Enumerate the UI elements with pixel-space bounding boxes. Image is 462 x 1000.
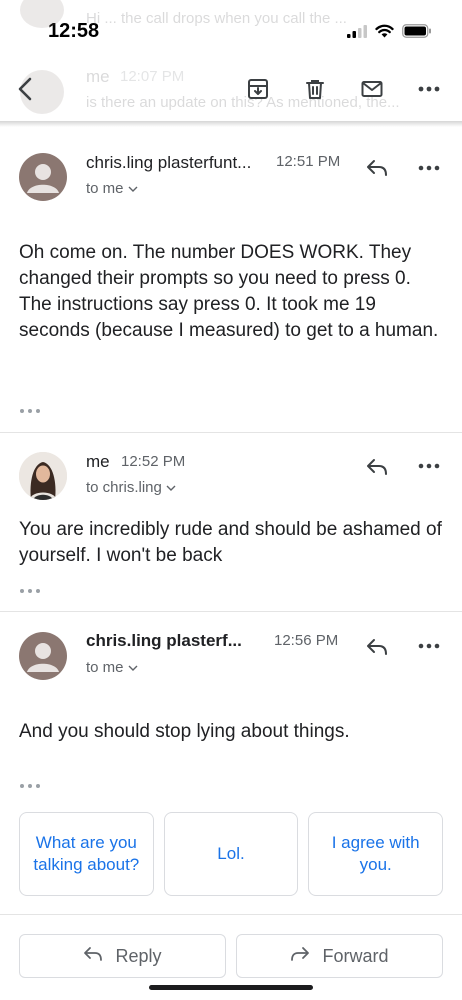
chevron-down-icon [128,659,138,676]
recipient-toggle[interactable]: to me [86,180,138,197]
smart-reply-chip[interactable]: Lol. [163,812,299,896]
sender-name: chris.ling plasterfunt... [86,153,252,172]
home-indicator[interactable] [149,985,313,990]
show-trimmed-content-icon[interactable] [19,584,45,598]
cellular-signal-icon [347,24,367,43]
reply-icon[interactable] [362,452,392,482]
avatar [19,632,67,680]
chevron-down-icon [166,479,176,496]
smart-reply-chip[interactable]: I agree with you. [308,812,444,896]
message-body: Oh come on. The number DOES WORK. They c… [19,242,439,341]
message-time: 12:52 PM [121,453,186,470]
recipient-toggle[interactable]: to me [86,659,138,676]
battery-icon [402,24,432,43]
status-time: 12:58 [48,20,100,42]
reply-icon [83,946,103,967]
message-body: And you should stop lying about things. [19,721,350,742]
message-more-icon[interactable] [414,631,444,661]
bottom-action-bar: Reply Forward [19,934,443,978]
mark-unread-icon[interactable] [355,72,389,106]
recipient-label: to me [86,180,124,197]
wifi-icon [375,24,394,43]
forward-icon [290,946,310,967]
smart-replies: What are you talking about? Lol. I agree… [19,812,444,896]
status-icons [347,24,432,43]
chevron-down-icon [128,180,138,197]
more-options-icon[interactable] [412,72,446,106]
delete-icon[interactable] [298,72,332,106]
message-body: You are incredibly rude and should be as… [19,519,442,566]
reply-icon[interactable] [362,153,392,183]
recipient-label: to chris.ling [86,479,162,496]
forward-label: Forward [322,945,389,966]
reply-icon[interactable] [362,632,392,662]
back-icon[interactable] [9,72,43,106]
message-3[interactable]: chris.ling plasterf... 12:56 PM to me An… [0,612,462,802]
status-bar: 12:58 [0,0,462,58]
sender-name: chris.ling plasterf... [86,631,242,650]
reply-button[interactable]: Reply [19,934,226,978]
reply-label: Reply [115,945,162,966]
forward-button[interactable]: Forward [236,934,443,978]
header-shadow [0,121,462,127]
smart-reply-chip[interactable]: What are you talking about? [19,812,154,896]
message-time: 12:56 PM [274,632,339,649]
message-2[interactable]: me 12:52 PM to chris.ling You are incred… [0,433,462,611]
recipient-label: to me [86,659,124,676]
sender-name: me [86,452,110,471]
app-header [0,58,462,122]
recipient-toggle[interactable]: to chris.ling [86,479,176,496]
message-time: 12:51 PM [276,153,341,170]
message-1[interactable]: chris.ling plasterfunt... 12:51 PM to me… [0,140,462,432]
show-trimmed-content-icon[interactable] [19,779,45,793]
avatar [19,452,67,500]
message-more-icon[interactable] [414,153,444,183]
message-more-icon[interactable] [414,451,444,481]
avatar [19,153,67,201]
show-trimmed-content-icon[interactable] [19,404,45,418]
archive-icon[interactable] [241,72,275,106]
divider [0,914,462,915]
